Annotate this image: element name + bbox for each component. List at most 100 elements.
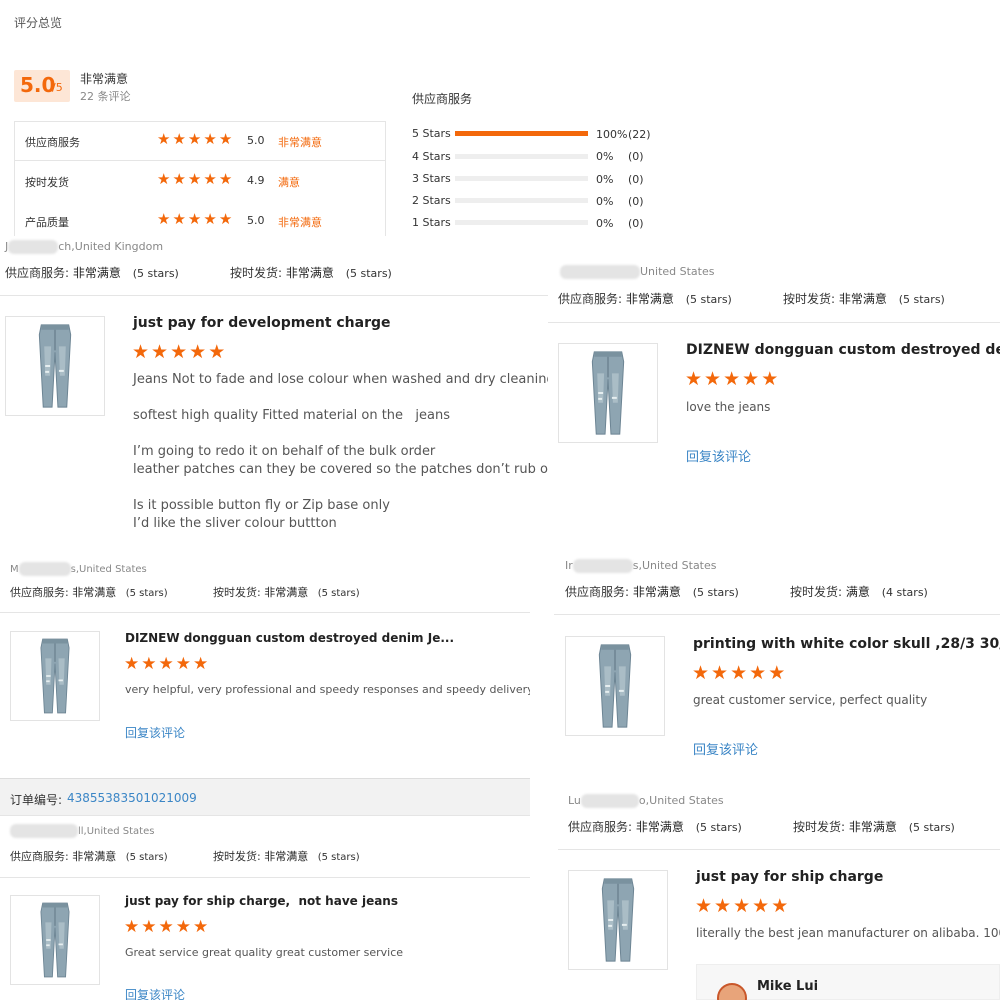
shipping-label: 按时发货: <box>213 850 261 863</box>
shipping-rating: 按时发货: 非常满意 (5 stars) <box>793 818 955 835</box>
product-title[interactable]: DIZNEW dongguan custom destroyed denim J… <box>125 631 454 645</box>
reply-link[interactable]: 回复该评论 <box>125 724 185 741</box>
star-icon: ★ <box>203 210 217 228</box>
service-stars: (5 stars) <box>692 586 739 599</box>
redacted-name <box>560 265 640 279</box>
reviewer-name-prefix: M <box>10 564 19 575</box>
shipping-stars: (5 stars) <box>898 293 945 306</box>
distribution-percent: 0% <box>596 150 614 163</box>
star-icon: ★ <box>141 917 157 937</box>
star-icon: ★ <box>172 170 186 188</box>
service-rating: 供应商服务: 非常满意 (5 stars) <box>565 583 739 600</box>
review-card: Ms,United States 供应商服务: 非常满意 (5 stars) 按… <box>0 556 530 756</box>
star-icon: ★ <box>175 917 191 937</box>
distribution-label: 5 Stars <box>412 127 451 140</box>
service-stars: (5 stars) <box>125 852 168 863</box>
star-icon: ★ <box>218 210 233 228</box>
shipping-word: 非常满意 <box>264 586 309 599</box>
star-icon: ★ <box>768 662 786 684</box>
rating-summary-panel: 评分总览 5.0 /5 非常满意 22 条评论 供应商服务 ★ ★ ★ ★ ★ 5.0 … <box>0 0 1000 240</box>
distribution-percent: 0% <box>596 173 614 186</box>
shipping-rating: 按时发货: 非常满意 (5 stars) <box>230 264 392 281</box>
reply-link[interactable]: 回复该评论 <box>125 986 185 1000</box>
distribution-title: 供应商服务 <box>412 92 473 106</box>
star-icon: ★ <box>158 654 174 674</box>
review-comment: very helpful, very professional and spee… <box>125 683 530 696</box>
service-rating: 供应商服务: 非常满意 (5 stars) <box>10 848 168 864</box>
score-suffix: /5 <box>52 81 63 94</box>
star-icon: ★ <box>141 654 157 674</box>
rating-row-label: 供应商服务 <box>25 136 80 149</box>
order-number-link[interactable]: 43855383501021009 <box>67 791 197 805</box>
jeans-thumbnail[interactable] <box>558 343 658 443</box>
reply-link[interactable]: 回复该评论 <box>693 739 758 758</box>
star-icon: ★ <box>685 368 703 390</box>
review-card: Ir s,United States 供应商服务: 非常满意 (5 stars) … <box>554 545 1000 777</box>
star-icon: ★ <box>208 341 226 363</box>
reviewer-name-prefix: Lu <box>568 794 581 807</box>
product-title[interactable]: just pay for ship charge <box>696 869 883 885</box>
rating-row-label: 产品质量 <box>25 216 69 229</box>
reviewer-location: o,United States <box>638 794 724 807</box>
order-label: 订单编号: <box>10 793 63 807</box>
shipping-label: 按时发货: <box>783 292 836 306</box>
redacted-name <box>8 240 59 254</box>
review-text-line: I’m going to redo it on behalf of the bu… <box>133 444 436 459</box>
star-icon: ★ <box>172 130 186 148</box>
shipping-rating: 按时发货: 非常满意 (5 stars) <box>213 584 360 600</box>
review-text-line: leather patches can they be covered so t… <box>133 462 552 477</box>
review-stars: ★ ★ ★ ★ ★ <box>692 664 785 683</box>
jeans-thumbnail[interactable] <box>568 870 668 970</box>
reply-link[interactable]: 回复该评论 <box>686 446 751 465</box>
star-icon: ★ <box>124 654 140 674</box>
distribution-label: 3 Stars <box>412 172 451 185</box>
jeans-icon <box>40 902 70 978</box>
shipping-stars: (5 stars) <box>317 588 360 599</box>
product-title[interactable]: printing with white color skull ,28/3 30… <box>693 636 1000 652</box>
reviewer-name: Lu o,United States <box>568 794 724 808</box>
distribution-bar <box>455 154 588 159</box>
star-icon: ★ <box>187 170 202 188</box>
shipping-rating: 按时发货: 非常满意 (5 stars) <box>213 848 360 864</box>
shipping-rating: 按时发货: 非常满意 (5 stars) <box>783 290 945 307</box>
shipping-stars: (4 stars) <box>881 586 928 599</box>
star-icon: ★ <box>730 662 748 684</box>
star-icon: ★ <box>723 368 741 390</box>
redacted-name <box>580 794 639 808</box>
reviewer-location: ll,United States <box>78 826 155 837</box>
jeans-thumbnail[interactable] <box>10 895 100 985</box>
star-icon: ★ <box>218 130 233 148</box>
shipping-stars: (5 stars) <box>317 852 360 863</box>
review-comment: love the jeans <box>686 400 771 414</box>
jeans-thumbnail[interactable] <box>5 316 105 416</box>
service-stars: (5 stars) <box>132 267 179 280</box>
review-stars: ★ ★ ★ ★ ★ <box>124 656 208 673</box>
star-icon: ★ <box>761 368 779 390</box>
distribution-bar <box>455 176 588 181</box>
star-icon: ★ <box>218 170 233 188</box>
star-icon: ★ <box>151 341 169 363</box>
star-icon: ★ <box>714 895 732 917</box>
jeans-thumbnail[interactable] <box>10 631 100 721</box>
review-text-line: Jeans Not to fade and lose colour when w… <box>133 372 552 387</box>
distribution-percent: 0% <box>596 217 614 230</box>
shipping-word: 非常满意 <box>848 820 897 834</box>
reviewer-location: ch,United Kingdom <box>58 240 164 253</box>
distribution-percent: 0% <box>596 195 614 208</box>
product-title[interactable]: DIZNEW dongguan custom destroyed denim J <box>686 342 1000 358</box>
product-title[interactable]: just pay for development charge <box>133 315 391 331</box>
jeans-icon <box>40 638 70 714</box>
service-word: 非常满意 <box>632 585 681 599</box>
star-icon: ★ <box>157 170 171 188</box>
jeans-thumbnail[interactable] <box>565 636 665 736</box>
product-title[interactable]: just pay for ship charge, not have jeans <box>125 894 398 908</box>
redacted-name <box>572 559 633 573</box>
shipping-stars: (5 stars) <box>345 267 392 280</box>
star-icon: ★ <box>695 895 713 917</box>
review-stars: ★ ★ ★ ★ ★ <box>685 370 778 389</box>
rating-row-stars: ★ ★ ★ ★ ★ <box>157 132 232 147</box>
distribution-bar <box>455 220 588 225</box>
summary-title: 评分总览 <box>14 16 63 30</box>
service-label: 供应商服务: <box>10 586 69 599</box>
star-icon: ★ <box>752 895 770 917</box>
